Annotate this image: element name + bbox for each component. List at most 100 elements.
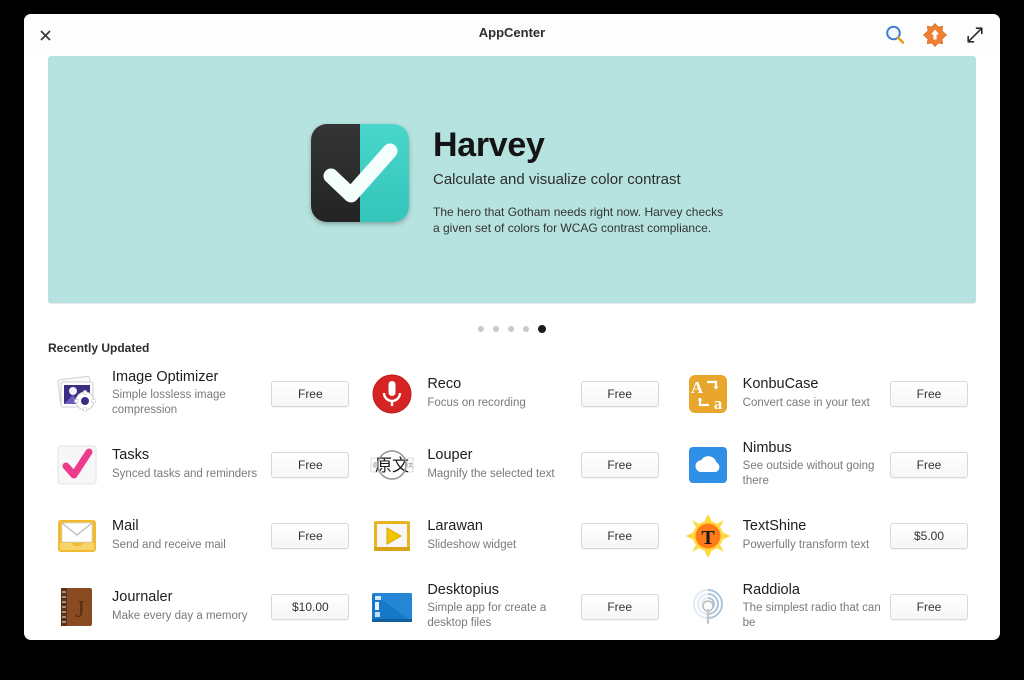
price-button[interactable]: Free [271,380,350,407]
app-description: Magnify the selected text [427,467,555,480]
microphone-icon [369,371,415,417]
app-row[interactable]: Reco Focus on recording Free [357,358,666,429]
price-button[interactable]: Free [890,593,968,620]
app-row[interactable]: T TextShine Powerfully transform text $5… [667,500,976,571]
app-name: Larawan [427,518,483,535]
app-name: KonbuCase [742,376,819,393]
featured-banner[interactable]: Harvey Calculate and visualize color con… [48,56,976,303]
carousel-dot-active[interactable] [538,325,546,333]
app-name: Desktopius [427,582,500,599]
price-button[interactable]: Free [890,451,968,478]
pink-check-icon [54,442,100,488]
svg-text:A: A [691,378,704,397]
updates-button[interactable] [920,20,950,50]
app-meta: Mail Send and receive mail [112,518,271,552]
app-row[interactable]: 原文原文 原文 原文 Louper Magnify the selected t… [357,429,666,500]
app-meta: Reco Focus on recording [427,376,580,410]
app-name: Journaler [112,589,173,606]
app-name: Nimbus [742,440,792,457]
carousel-dot[interactable] [523,326,529,332]
price-button[interactable]: Free [580,593,659,620]
price-button[interactable]: Free [580,380,659,407]
play-slideshow-icon [369,513,415,559]
app-meta: Raddiola The simplest radio that can be [743,582,890,631]
radio-antenna-icon [685,584,731,630]
app-name: Louper [427,447,473,464]
app-row[interactable]: Tasks Synced tasks and reminders Free [48,429,357,500]
app-meta: Larawan Slideshow widget [427,518,580,552]
app-meta: Journaler Make every day a memory [112,589,271,623]
app-row[interactable]: Nimbus See outside without going there F… [667,429,976,500]
app-meta: Louper Magnify the selected text [427,447,580,481]
price-button[interactable]: Free [271,451,350,478]
app-name: Mail [112,518,139,535]
app-name: Image Optimizer [112,369,219,386]
carousel-dots [24,325,1000,333]
app-row[interactable]: Mail Send and receive mail Free [48,500,357,571]
carousel-dot[interactable] [508,326,514,332]
photo-gear-icon [54,371,100,417]
search-button[interactable] [880,20,910,50]
app-name: Reco [427,376,462,393]
header-actions [880,20,990,50]
window-titlebar: AppCenter [24,14,1000,54]
app-description: Focus on recording [427,396,526,409]
app-description: Convert case in your text [742,396,870,409]
app-description: Simple app for create a desktop files [427,602,547,630]
price-button[interactable]: $5.00 [890,522,968,549]
featured-app-name: Harvey [433,126,545,165]
app-row[interactable]: Desktopius Simple app for create a deskt… [357,571,666,640]
app-row[interactable]: Raddiola The simplest radio that can be … [667,571,976,640]
app-row[interactable]: Larawan Slideshow widget Free [357,500,666,571]
app-description: Synced tasks and reminders [112,467,258,480]
featured-banner-text: Harvey Calculate and visualize color con… [433,124,733,236]
app-meta: Desktopius Simple app for create a deskt… [427,582,580,631]
app-description: Slideshow widget [427,538,517,551]
app-description: Send and receive mail [112,538,226,551]
cloud-icon [685,442,731,488]
price-button[interactable]: $10.00 [271,593,350,620]
app-grid: Image Optimizer Simple lossless image co… [48,358,976,640]
app-description: See outside without going there [742,460,875,488]
app-meta: Image Optimizer Simple lossless image co… [112,369,271,418]
price-button[interactable]: Free [580,451,659,478]
sun-t-icon: T [685,513,731,559]
appcenter-window: AppCenter Harvey Calculate and visualize… [24,14,1000,640]
app-description: The simplest radio that can be [742,602,881,630]
app-meta: KonbuCase Convert case in your text [743,376,890,410]
app-description: Powerfully transform text [742,538,870,551]
price-button[interactable]: Free [890,380,968,407]
app-name: Tasks [112,447,150,464]
section-heading: Recently Updated [48,341,150,355]
price-button[interactable]: Free [271,522,350,549]
carousel-dot[interactable] [478,326,484,332]
harvey-app-icon [311,124,409,223]
updates-starburst-icon [923,23,947,47]
case-convert-icon: A a [685,371,731,417]
app-description: Simple lossless image compression [112,389,226,417]
app-row[interactable]: A a KonbuCase Convert case in your text … [667,358,976,429]
carousel-dot[interactable] [493,326,499,332]
checkmark-icon [323,143,398,203]
app-meta: TextShine Powerfully transform text [743,518,890,552]
svg-text:J: J [75,597,84,623]
maximize-button[interactable] [960,20,990,50]
desktop-screen-icon [369,584,415,630]
search-icon [886,25,905,44]
magnify-text-icon: 原文原文 原文 原文 [369,442,415,488]
price-button[interactable]: Free [580,522,659,549]
svg-text:a: a [713,394,722,413]
envelope-icon [54,513,100,559]
app-name: TextShine [742,518,807,535]
svg-text:T: T [701,527,715,549]
app-name: Raddiola [742,582,800,599]
app-meta: Tasks Synced tasks and reminders [112,447,271,481]
app-row[interactable]: Image Optimizer Simple lossless image co… [48,358,357,429]
app-description: Make every day a memory [112,609,248,622]
maximize-icon [967,27,983,43]
window-title: AppCenter [478,25,546,40]
app-row[interactable]: J Journaler Make every day a memory $10.… [48,571,357,640]
notebook-j-icon: J [54,584,100,630]
featured-app-tagline: Calculate and visualize color contrast [433,171,681,189]
app-meta: Nimbus See outside without going there [743,440,890,489]
